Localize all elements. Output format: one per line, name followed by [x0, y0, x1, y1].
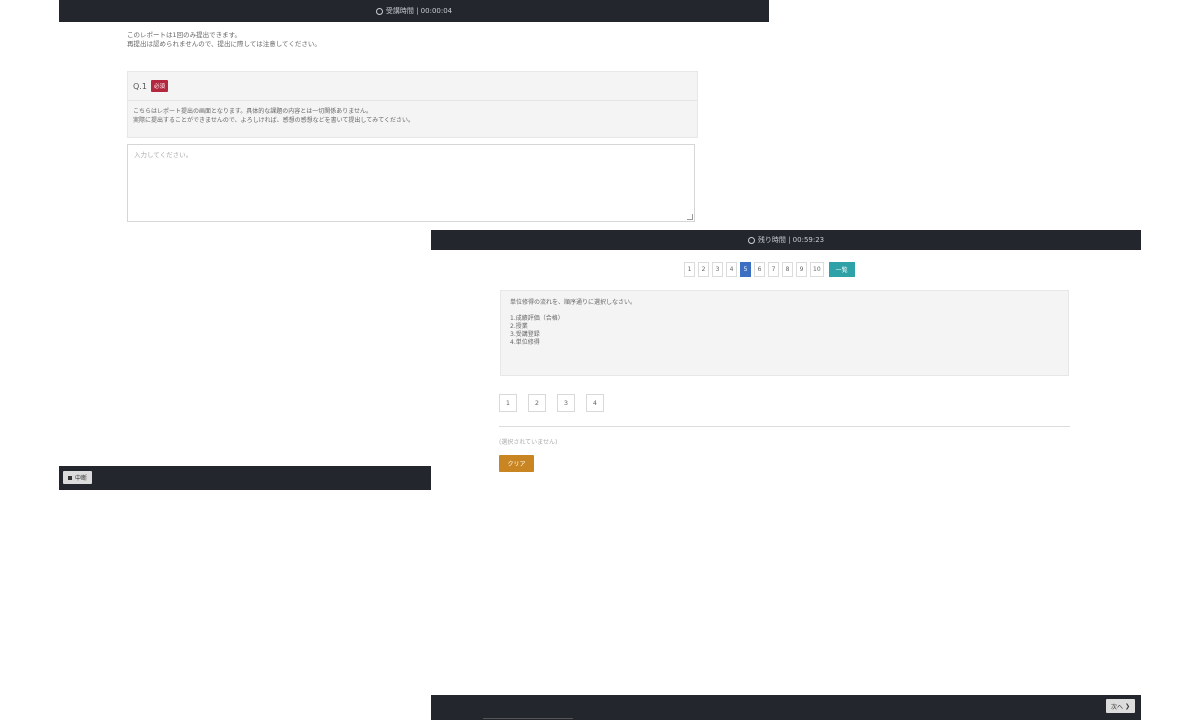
answer-textarea[interactable]: 入力してください。	[127, 144, 695, 222]
bottom-divider	[483, 718, 573, 719]
question-box: 単位修得の流れを、順序通りに選択しなさい。 1.成績評価（合格） 2.授業 3.…	[500, 290, 1069, 376]
timer-value: 00:59:23	[792, 236, 825, 244]
choice-button-3[interactable]: 3	[557, 394, 575, 412]
selection-status: (選択されていません)	[499, 439, 558, 446]
page-button-3[interactable]: 3	[712, 262, 723, 277]
divider	[499, 426, 1070, 427]
next-button[interactable]: 次へ ❯	[1106, 699, 1135, 713]
question-header: Q.1 必須	[128, 72, 697, 101]
bottom-bar: 中断	[59, 466, 431, 490]
quiz-panel: 残り時間 | 00:59:23 1 2 3 4 5 6 7 8 9 10 一覧 …	[431, 230, 1141, 720]
choice-button-2[interactable]: 2	[528, 394, 546, 412]
clock-icon	[747, 236, 755, 244]
chevron-right-icon: ❯	[1123, 702, 1130, 710]
timer-bar: 受講時間 | 00:00:04	[59, 0, 769, 22]
question-pager: 1 2 3 4 5 6 7 8 9 10 一覧	[684, 262, 855, 277]
page-button-8[interactable]: 8	[782, 262, 793, 277]
question-number: Q.1	[133, 81, 147, 91]
timer-label: 残り時間	[757, 236, 786, 244]
report-notice: このレポートは1回のみ提出できます。 再提出は認められませんので、提出に際しては…	[127, 31, 321, 48]
answer-choices: 1 2 3 4	[499, 394, 604, 412]
question-item: 1.成績評価（合格）	[510, 315, 564, 322]
page-button-5[interactable]: 5	[740, 262, 751, 277]
clock-icon	[375, 7, 383, 15]
page-button-7[interactable]: 7	[768, 262, 779, 277]
page-button-4[interactable]: 4	[726, 262, 737, 277]
page-button-1[interactable]: 1	[684, 262, 695, 277]
page-button-9[interactable]: 9	[796, 262, 807, 277]
list-button[interactable]: 一覧	[828, 262, 855, 277]
page-button-2[interactable]: 2	[698, 262, 709, 277]
bottom-bar: 次へ ❯	[431, 695, 1141, 720]
stop-icon	[68, 475, 72, 480]
resize-handle-icon[interactable]	[687, 214, 693, 220]
question-text: こちらはレポート提出の画面となります。具体的な課題の内容とは一切関係ありません。…	[133, 108, 415, 124]
timer-label: 受講時間	[385, 7, 414, 15]
choice-button-1[interactable]: 1	[499, 394, 517, 412]
question-item: 2.授業	[510, 323, 528, 330]
question-prompt: 単位修得の流れを、順序通りに選択しなさい。	[510, 299, 637, 306]
timer-value: 00:00:04	[420, 7, 453, 15]
interrupt-button[interactable]: 中断	[63, 471, 93, 484]
choice-button-4[interactable]: 4	[586, 394, 604, 412]
answer-placeholder: 入力してください。	[134, 151, 193, 159]
question-item: 4.単位修得	[510, 339, 540, 346]
page-button-10[interactable]: 10	[810, 262, 824, 277]
question-item: 3.受講登録	[510, 331, 540, 338]
question-box: Q.1 必須 こちらはレポート提出の画面となります。具体的な課題の内容とは一切関…	[127, 71, 698, 138]
page-button-6[interactable]: 6	[754, 262, 765, 277]
timer-bar: 残り時間 | 00:59:23	[431, 230, 1141, 250]
clear-button[interactable]: クリア	[499, 455, 534, 472]
required-badge: 必須	[150, 80, 168, 92]
